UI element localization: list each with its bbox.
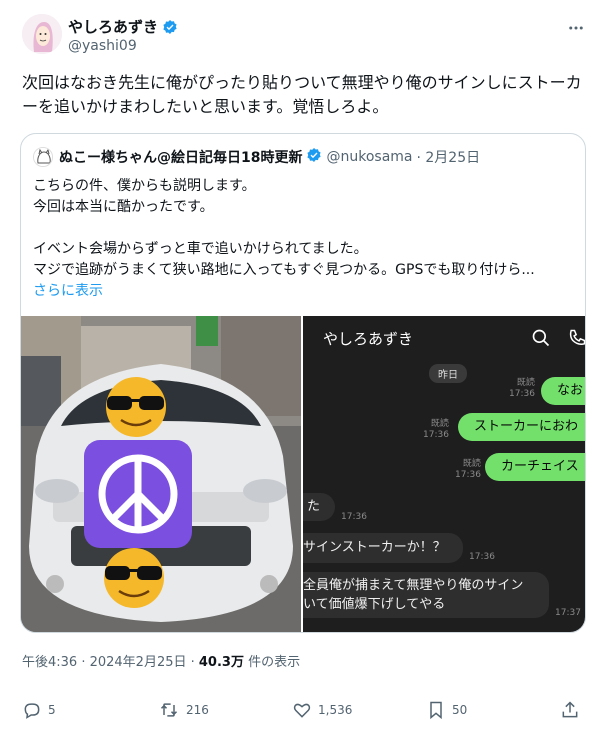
chat-bubble-in: サインストーカーか！？	[303, 533, 463, 563]
read-receipt: 既読 17:36	[509, 378, 535, 399]
view-count-label: 件の表示	[243, 655, 301, 670]
reply-count: 5	[48, 703, 56, 717]
quoted-tweet-date: · 2月25日	[416, 150, 481, 166]
view-count: 40.3万	[198, 655, 244, 670]
tweet-action-bar: 5 216 1,536 50	[22, 700, 582, 724]
search-icon	[531, 328, 551, 352]
phone-icon	[567, 328, 585, 352]
chat-bubble-out: ストーカーにおわ	[458, 413, 585, 441]
share-icon	[562, 701, 578, 718]
chat-screenshot[interactable]: やしろあずき 昨日 既読 17:36 なお 既読 17:36 ストーカーにおわ …	[303, 316, 585, 632]
reply-icon	[24, 703, 40, 719]
message-time: 17:37	[555, 608, 581, 618]
author-name-text[interactable]: やしろあずき	[68, 18, 158, 36]
quoted-tweet-text: こちらの件、僕からも説明します。 今回は本当に酷かったです。 イベント会場からず…	[33, 178, 535, 278]
read-receipt: 既読 17:36	[455, 459, 481, 480]
quoted-author-avatar	[33, 147, 53, 167]
author-handle[interactable]: @yashi09	[68, 38, 137, 54]
quoted-author-handle: @nukosama	[326, 149, 413, 165]
quoted-tweet-header: ぬこー様ちゃん@絵日記毎日18時更新 @nukosama · 2月25日	[33, 146, 573, 168]
show-more-link[interactable]: さらに表示	[33, 280, 103, 300]
message-time: 17:36	[469, 552, 495, 562]
retweet-icon	[160, 703, 178, 717]
bookmark-count: 50	[452, 703, 468, 717]
reply-button[interactable]: 5	[22, 700, 56, 720]
more-options-button[interactable]	[566, 18, 586, 38]
tweet-time[interactable]: 午後4:36 · 2024年2月25日 ·	[22, 655, 199, 670]
tweet-text: 次回はなおき先生に俺がぴったり貼りついて無理やり俺のサインしにストーカーを追いか…	[22, 73, 582, 116]
tweet-timestamp: 午後4:36 · 2024年2月25日 · 40.3万 件の表示	[22, 651, 300, 670]
like-count: 1,536	[318, 703, 353, 717]
bookmark-icon	[430, 701, 442, 720]
quoted-author-name: ぬこー様ちゃん@絵日記毎日18時更新	[59, 150, 303, 166]
quoted-tweet-card[interactable]: ぬこー様ちゃん@絵日記毎日18時更新 @nukosama · 2月25日 こちら…	[20, 133, 586, 633]
chat-bubble-out: なお	[541, 377, 585, 405]
share-button[interactable]	[560, 700, 580, 720]
chat-bubble-in: た	[303, 493, 335, 521]
retweet-button[interactable]: 216	[158, 700, 209, 720]
author-avatar[interactable]	[22, 14, 62, 54]
more-dots-icon	[569, 26, 583, 30]
car-photo[interactable]	[21, 316, 301, 632]
chat-bubble-out: カーチェイス	[485, 453, 585, 481]
heart-icon	[293, 703, 311, 718]
chat-bubble-in: 全員俺が捕まえて無理やり俺のサイン いて価値爆下げしてやる	[303, 572, 549, 618]
quoted-tweet-media: やしろあずき 昨日 既読 17:36 なお 既読 17:36 ストーカーにおわ …	[21, 316, 585, 632]
tweet-header: やしろあずき @yashi09	[22, 12, 588, 62]
author-name[interactable]: やしろあずき	[68, 16, 178, 39]
message-time: 17:36	[341, 512, 367, 522]
chat-title: やしろあずき	[323, 330, 414, 348]
read-receipt: 既読 17:36	[423, 419, 449, 440]
quoted-verified-badge-icon	[306, 147, 322, 167]
like-button[interactable]: 1,536	[292, 700, 352, 720]
car-photo-illustration	[21, 316, 301, 632]
bookmark-button[interactable]: 50	[426, 700, 467, 720]
retweet-count: 216	[186, 703, 209, 717]
verified-badge-icon	[162, 19, 178, 39]
chat-date-chip: 昨日	[429, 364, 467, 383]
